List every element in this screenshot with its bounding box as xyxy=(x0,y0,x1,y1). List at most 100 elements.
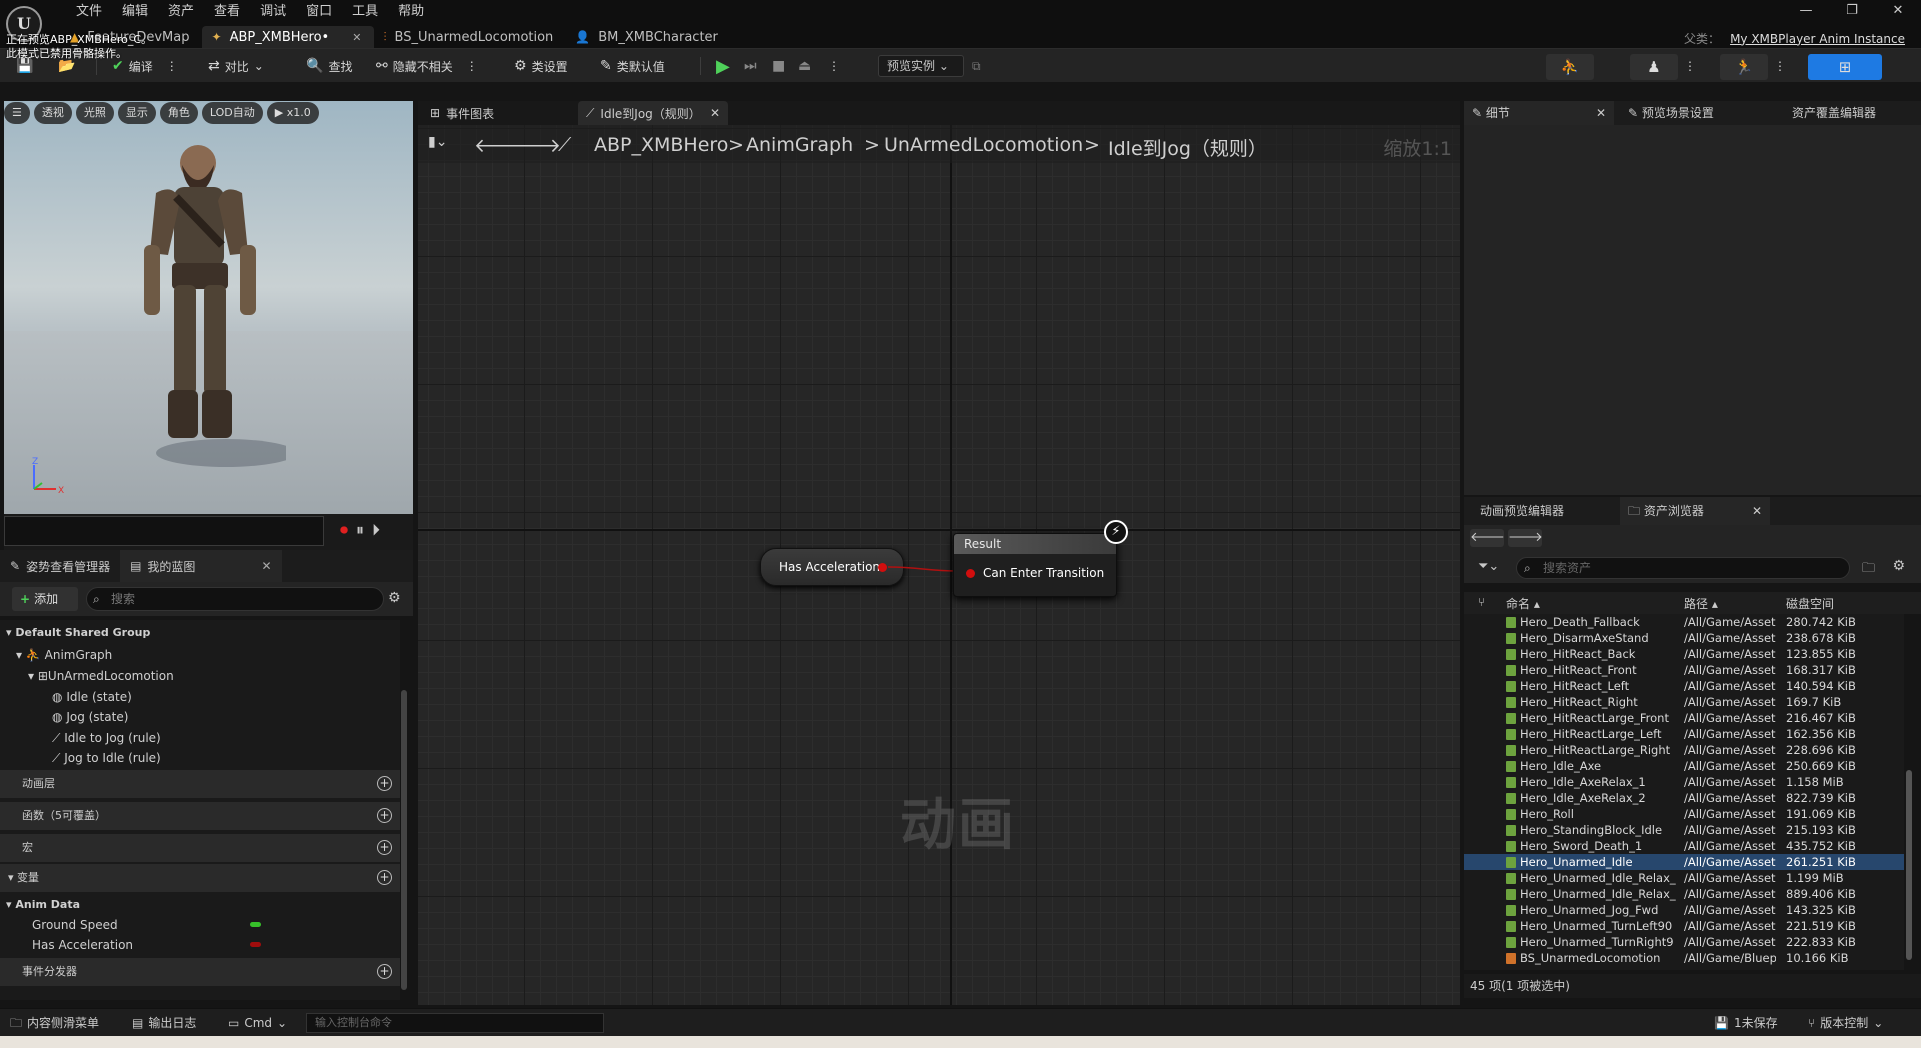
asset-row[interactable]: Hero_Unarmed_TurnLeft90/All/Game/Assets 2… xyxy=(1464,918,1904,934)
eject-icon[interactable]: ⏏ xyxy=(798,55,811,77)
close-tab-icon[interactable]: ✕ xyxy=(1596,101,1606,125)
content-drawer-button[interactable]: 🗀 内容侧滑菜单 xyxy=(10,1013,99,1033)
asset-list-scrollbar[interactable] xyxy=(1906,770,1912,960)
play-icon[interactable]: ▶ xyxy=(716,55,730,77)
section-functions[interactable]: 函数（5可覆盖） + xyxy=(0,802,400,830)
tab-event-graph[interactable]: ⊞ 事件图表 xyxy=(422,101,502,125)
forward-arrow-icon[interactable]: 🡒 xyxy=(1508,529,1543,547)
find-button[interactable]: 🔍 查找 xyxy=(306,55,352,77)
class-settings-button[interactable]: ⚙ 类设置 xyxy=(514,55,568,77)
asset-row[interactable]: Hero_Idle_Axe/All/Game/Assets 250.669 KiB xyxy=(1464,758,1904,774)
asset-row[interactable]: Hero_Unarmed_Idle/All/Game/Assets 261.251… xyxy=(1464,854,1904,870)
menu-help[interactable]: 帮助 xyxy=(388,2,434,22)
section-anim-layers[interactable]: 动画层 + xyxy=(0,770,400,798)
close-tab-icon[interactable]: ✕ xyxy=(1752,497,1762,525)
add-circle-icon[interactable]: + xyxy=(377,964,392,979)
doc-tab-bm-xmbcharacter[interactable]: 👤 BM_XMBCharacter xyxy=(565,26,730,48)
output-log-button[interactable]: ▤ 输出日志 xyxy=(132,1013,196,1033)
restore-button[interactable]: ❐ xyxy=(1829,0,1875,22)
asset-row[interactable]: Hero_StandingBlock_Idle/All/Game/Assets 2… xyxy=(1464,822,1904,838)
tree-item-state[interactable]: ◍ Jog (state) xyxy=(0,706,400,728)
viewport-lod-button[interactable]: LOD自动 xyxy=(201,102,263,124)
pause-icon[interactable]: ⏸ xyxy=(356,520,364,540)
column-size-header[interactable]: 磁盘空间 xyxy=(1786,595,1834,612)
source-control-button[interactable]: ⑂ 版本控制 ⌄ xyxy=(1808,1013,1883,1033)
add-button[interactable]: + 添加 xyxy=(12,587,78,611)
tab-idle-to-jog-rule[interactable]: ⟋ Idle到Jog（规则） ✕ xyxy=(578,101,728,125)
asset-row[interactable]: Hero_HitReactLarge_Left/All/Game/Assets 1… xyxy=(1464,726,1904,742)
viewport-lighting-button[interactable]: 光照 xyxy=(75,102,114,124)
menu-file[interactable]: 文件 xyxy=(66,2,112,22)
tab-pose-watch[interactable]: ✎ 姿势查看管理器 xyxy=(0,550,120,582)
mode-options-icon-2[interactable]: ⋮ xyxy=(1774,55,1786,77)
variable-has-acceleration[interactable]: Has Acceleration xyxy=(0,934,400,956)
bookmark-icon[interactable]: ▮⌄ xyxy=(428,134,447,150)
asset-row[interactable]: Hero_Sword_Death_1/All/Game/Assets 435.75… xyxy=(1464,838,1904,854)
hide-unrelated-button[interactable]: ⚯ 隐藏不相关 ⋮ xyxy=(376,55,478,77)
section-event-dispatchers[interactable]: 事件分发器 + xyxy=(0,958,400,986)
tab-anim-preview-editor[interactable]: 动画预览编辑器 xyxy=(1472,497,1572,525)
add-circle-icon[interactable]: + xyxy=(377,808,392,823)
breadcrumb-item[interactable]: UnArmedLocomotion xyxy=(884,134,1083,156)
tab-asset-browser[interactable]: 🗀 资产浏览器 ✕ xyxy=(1620,497,1770,525)
mode-blueprint-button[interactable]: ⊞ xyxy=(1808,54,1882,80)
close-tab-icon[interactable]: ✕ xyxy=(710,106,720,120)
folder-icon[interactable]: 🗀 xyxy=(1862,559,1875,581)
asset-row[interactable]: Hero_Idle_AxeRelax_1/All/Game/Assets 1.15… xyxy=(1464,774,1904,790)
asset-row[interactable]: Hero_Idle_AxeRelax_2/All/Game/Assets 822.… xyxy=(1464,790,1904,806)
input-pin[interactable] xyxy=(966,569,975,578)
forward-arrow-icon[interactable]: 🡒 xyxy=(510,134,561,157)
close-tab-icon[interactable]: ✕ xyxy=(261,559,271,573)
tab-my-blueprint[interactable]: ▤ 我的蓝图 ✕ xyxy=(120,550,282,582)
debug-filter-icon[interactable]: ⧉ xyxy=(972,55,981,77)
result-node[interactable]: Result Can Enter Transition xyxy=(953,533,1117,597)
column-options-icon[interactable]: ⑂ xyxy=(1478,595,1485,609)
close-tab-icon[interactable]: ✕ xyxy=(352,31,361,44)
mode-animation-button[interactable]: 🏃 xyxy=(1720,54,1768,80)
my-blueprint-search-input[interactable]: ⌕ 搜索 xyxy=(86,587,384,611)
column-name-header[interactable]: 命名 ▴ xyxy=(1506,595,1540,612)
asset-row[interactable]: BS_UnarmedLocomotion/All/Game/Blueprints… xyxy=(1464,950,1904,966)
tree-item-rule[interactable]: ⟋ Idle to Jog (rule) xyxy=(0,727,400,749)
parent-class-link[interactable]: My XMBPlayer Anim Instance xyxy=(1730,32,1905,46)
doc-tab-abp-xmbhero[interactable]: ✦ ABP_XMBHero• ✕ xyxy=(201,26,374,48)
column-path-header[interactable]: 路径 ▴ xyxy=(1684,595,1718,612)
asset-row[interactable]: Hero_HitReact_Right/All/Game/Assets 169.7… xyxy=(1464,694,1904,710)
viewport-show-button[interactable]: 显示 xyxy=(117,102,156,124)
add-circle-icon[interactable]: + xyxy=(377,776,392,791)
tab-asset-override-editor[interactable]: 资产覆盖编辑器 xyxy=(1784,101,1884,125)
timeline-scrubber[interactable] xyxy=(4,516,324,546)
gear-icon[interactable]: ⚙ xyxy=(1892,558,1905,574)
add-circle-icon[interactable]: + xyxy=(377,870,392,885)
play-options-icon[interactable]: ⋮ xyxy=(828,55,840,77)
mode-options-icon[interactable]: ⋮ xyxy=(1684,55,1696,77)
viewport-perspective-button[interactable]: 透视 xyxy=(33,102,72,124)
back-arrow-icon[interactable]: 🡐 xyxy=(1470,529,1505,547)
menu-tools[interactable]: 工具 xyxy=(342,2,388,22)
viewport-menu-button[interactable]: ☰ xyxy=(4,102,30,124)
can-enter-transition-pin[interactable]: Can Enter Transition xyxy=(966,566,1104,580)
asset-row[interactable]: Hero_Roll/All/Game/Assets 191.069 KiB xyxy=(1464,806,1904,822)
breadcrumb-item[interactable]: ABP_XMBHero xyxy=(594,134,728,156)
minimize-button[interactable]: — xyxy=(1783,0,1829,22)
gear-icon[interactable]: ⚙ xyxy=(388,590,401,606)
cmd-dropdown[interactable]: ▭ Cmd ⌄ xyxy=(228,1013,287,1033)
class-defaults-button[interactable]: ✎ 类默认值 xyxy=(600,55,665,77)
doc-tab-bs-unarmedlocomotion[interactable]: ⫶ BS_UnarmedLocomotion xyxy=(374,26,566,48)
breadcrumb-item[interactable]: Idle到Jog（规则） xyxy=(1108,134,1267,161)
unsaved-button[interactable]: 💾 1未保存 xyxy=(1714,1013,1778,1033)
asset-row[interactable]: Hero_HitReact_Back/All/Game/Assets 123.85… xyxy=(1464,646,1904,662)
stop-icon[interactable]: ■ xyxy=(772,55,785,77)
asset-row[interactable]: Hero_Unarmed_Idle_Relax_ /All/Game/Assets… xyxy=(1464,870,1904,886)
variable-get-node[interactable]: Has Acceleration xyxy=(760,548,904,586)
asset-row[interactable]: Hero_Unarmed_Idle_Relax_ /All/Game/Assets… xyxy=(1464,886,1904,902)
variable-category[interactable]: ▾ Anim Data xyxy=(0,894,400,916)
asset-row[interactable]: Hero_Death_Fallback/All/Game/Assets 280.7… xyxy=(1464,614,1904,630)
left-scrollbar[interactable] xyxy=(401,690,407,990)
preview-instance-dropdown[interactable]: 预览实例 ⌄ xyxy=(878,55,964,77)
tab-details[interactable]: ✎ 细节 ✕ xyxy=(1464,101,1614,125)
menu-debug[interactable]: 调试 xyxy=(250,2,296,22)
variable-ground-speed[interactable]: Ground Speed xyxy=(0,914,400,936)
section-macros[interactable]: 宏 + xyxy=(0,834,400,862)
asset-row[interactable]: Hero_Unarmed_Jog_Fwd/All/Game/Assets 143.… xyxy=(1464,902,1904,918)
